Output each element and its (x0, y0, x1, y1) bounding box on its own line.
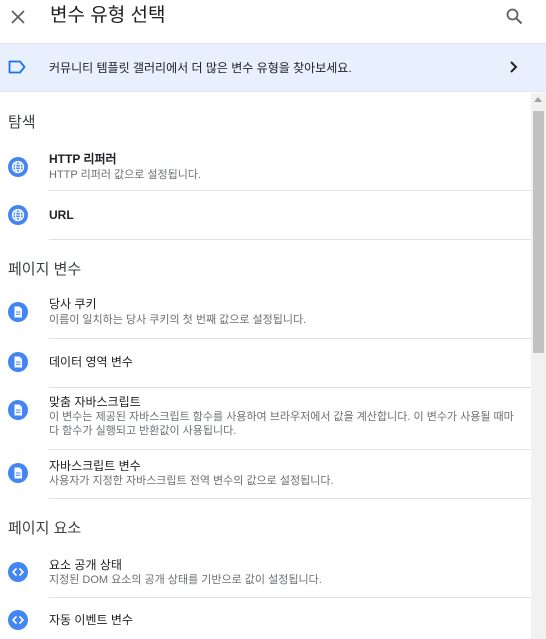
list-item-javascript-variable[interactable]: 자바스크립트 변수 사용자가 지정한 자바스크립트 전역 변수의 값으로 설정됩… (0, 450, 531, 498)
divider (49, 498, 531, 499)
list-item-first-party-cookie[interactable]: 당사 쿠키 이름이 일치하는 당사 쿠키의 첫 번째 값으로 설정됩니다. (0, 291, 531, 339)
list-item-title: 요소 공개 상태 (49, 558, 122, 572)
search-icon (506, 8, 522, 24)
list-item-title: URL (49, 208, 74, 222)
list-item-http-referrer[interactable]: HTTP 리퍼러 HTTP 리퍼러 값으로 설정됩니다. (0, 145, 531, 193)
scrollbar-thumb[interactable] (533, 111, 544, 353)
tag-icon (8, 60, 26, 79)
list-item-description: 이 변수는 제공된 자바스크립트 함수를 사용하여 브라우저에서 값을 계산합니… (49, 411, 514, 437)
document-icon (8, 463, 28, 483)
variable-type-list: 탐색 HTTP 리퍼러 HTTP 리퍼러 값으로 설정됩니다. URL 페이지 … (0, 93, 531, 639)
divider (49, 239, 531, 240)
list-item-element-visibility[interactable]: 요소 공개 상태 지정된 DOM 요소의 공개 상태를 기반으로 값이 설정됩니… (0, 550, 531, 598)
scroll-up-arrow-icon[interactable] (534, 97, 542, 102)
list-item-title: 자동 이벤트 변수 (49, 613, 133, 627)
document-icon (8, 352, 28, 372)
list-item-description: 이름이 일치하는 당사 쿠키의 첫 번째 값으로 설정됩니다. (49, 314, 307, 326)
banner-text: 커뮤니티 템플릿 갤러리에서 더 많은 변수 유형을 찾아보세요. (49, 61, 352, 75)
list-item-url[interactable]: URL (0, 191, 531, 239)
close-button[interactable] (7, 6, 29, 28)
list-item-title: 당사 쿠키 (49, 297, 97, 311)
page-title: 변수 유형 선택 (50, 5, 166, 26)
document-icon (8, 400, 28, 420)
list-item-description: 지정된 DOM 요소의 공개 상태를 기반으로 값이 설정됩니다. (49, 574, 322, 586)
list-item-title: HTTP 리퍼러 (49, 152, 117, 166)
globe-icon (8, 205, 28, 225)
code-icon (8, 562, 28, 582)
community-gallery-banner[interactable]: 커뮤니티 템플릿 갤러리에서 더 많은 변수 유형을 찾아보세요. (0, 43, 546, 92)
list-item-title: 맞춤 자바스크립트 (49, 395, 141, 409)
list-item-description: HTTP 리퍼러 값으로 설정됩니다. (49, 169, 202, 181)
section-title-page-variables: 페이지 변수 (8, 261, 82, 278)
list-item-auto-event-variable[interactable]: 자동 이벤트 변수 (0, 598, 531, 639)
list-item-title: 자바스크립트 변수 (49, 459, 141, 473)
list-item-title: 데이터 영역 변수 (49, 355, 133, 369)
search-button[interactable] (503, 5, 525, 27)
section-title-page-elements: 페이지 요소 (8, 520, 82, 537)
scrollbar[interactable] (531, 93, 546, 639)
globe-icon (8, 157, 28, 177)
list-item-data-layer-variable[interactable]: 데이터 영역 변수 (0, 339, 531, 387)
close-icon (11, 10, 25, 24)
dialog-header: 변수 유형 선택 (0, 0, 546, 42)
list-item-description: 사용자가 지정한 자바스크립트 전역 변수의 값으로 설정됩니다. (49, 475, 334, 487)
document-icon (8, 302, 28, 322)
code-icon (8, 610, 28, 630)
section-title-navigation: 탐색 (8, 114, 36, 131)
chevron-right-icon (507, 60, 519, 79)
list-item-custom-javascript[interactable]: 맞춤 자바스크립트 이 변수는 제공된 자바스크립트 함수를 사용하여 브라우저… (0, 388, 531, 448)
